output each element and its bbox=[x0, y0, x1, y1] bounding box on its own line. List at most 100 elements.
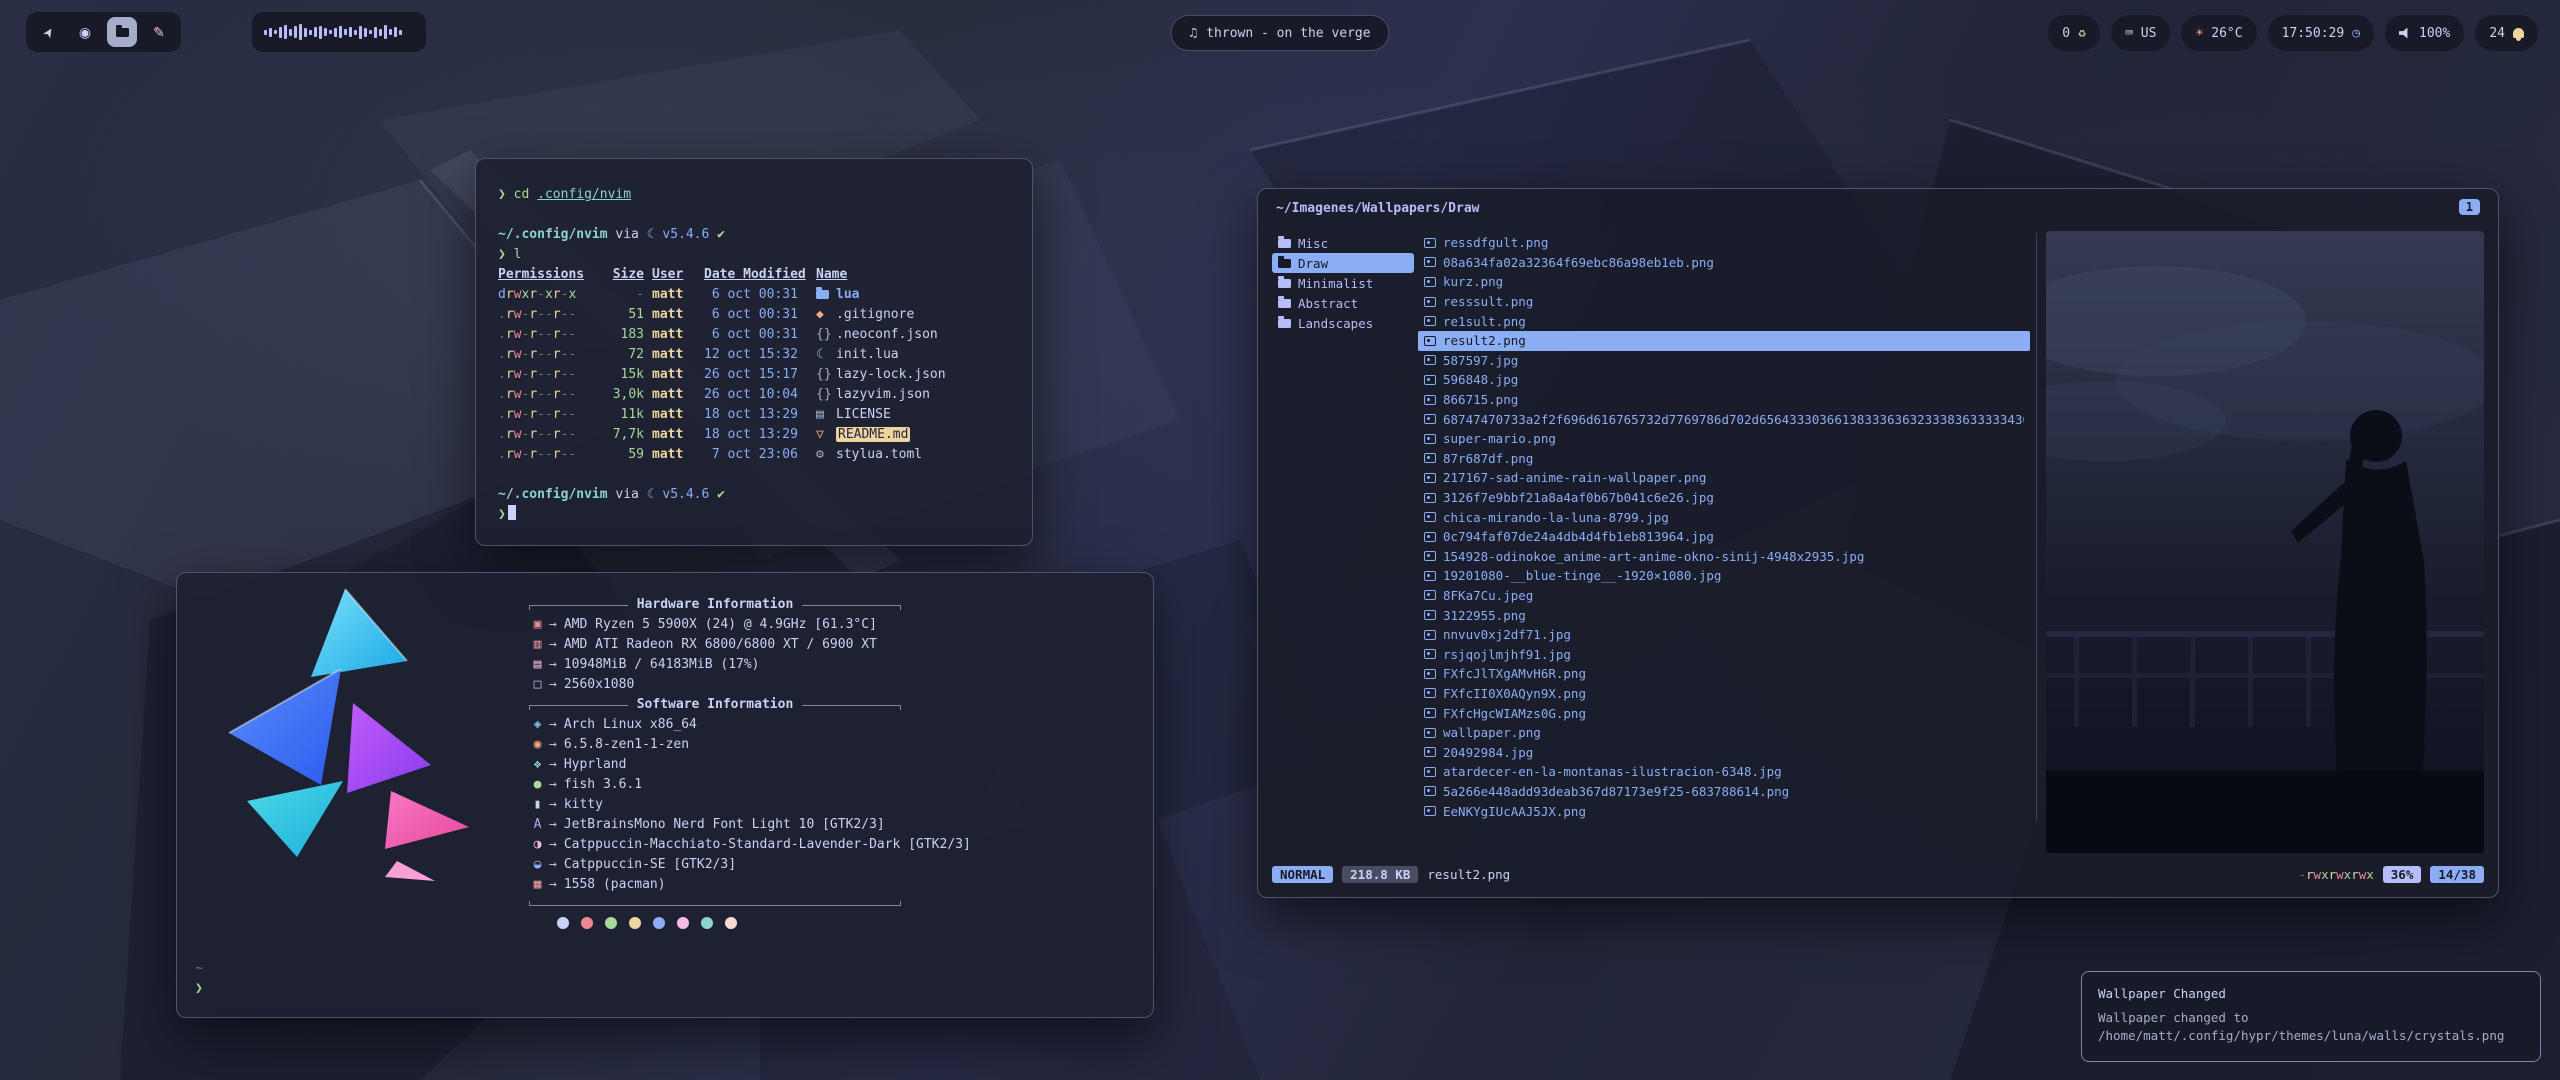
file-list-item[interactable]: 8FKa7Cu.jpeg bbox=[1418, 586, 2030, 606]
keyboard-layout-widget[interactable]: ⌨ US bbox=[2111, 15, 2170, 51]
weather-widget[interactable]: ☀ 26°C bbox=[2181, 15, 2256, 51]
updates-widget[interactable]: 0 ♻ bbox=[2048, 15, 2100, 51]
permissions-text: .rw-r--r-- bbox=[498, 345, 594, 365]
date-text: 7 oct 23:06 bbox=[704, 445, 808, 465]
file-name: 8FKa7Cu.jpeg bbox=[1443, 588, 1533, 603]
file-list-item[interactable]: resssult.png bbox=[1418, 292, 2030, 312]
permissions-text: .rw-r--r-- bbox=[498, 325, 594, 345]
file-list-item[interactable]: EeNKYgIUcAAJ5JX.png bbox=[1418, 801, 2030, 821]
audio-visualizer[interactable] bbox=[252, 12, 426, 52]
speaker-icon bbox=[2399, 28, 2411, 39]
json-icon: {} bbox=[816, 327, 832, 342]
info-text: 2560x1080 bbox=[564, 677, 634, 692]
viz-bar bbox=[339, 26, 342, 38]
permissions-text: .rw-r--r-- bbox=[498, 445, 594, 465]
sidebar-folder-item[interactable]: Draw bbox=[1272, 253, 1414, 273]
file-list-item[interactable]: 3126f7e9bbf21a8a4af0b67b041c6e26.jpg bbox=[1418, 488, 2030, 508]
file-list-item[interactable]: 5a266e448add93deab367d87173e9f25-6837886… bbox=[1418, 782, 2030, 802]
file-manager-window[interactable]: ~/Imagenes/Wallpapers/Draw 1 MiscDrawMin… bbox=[1257, 188, 2499, 898]
user-text: matt bbox=[652, 325, 696, 345]
file-list-item[interactable]: 596848.jpg bbox=[1418, 370, 2030, 390]
clock-icon: ◷ bbox=[2352, 27, 2360, 40]
file-list-item[interactable]: 19201080-__blue-tinge__-1920×1080.jpg bbox=[1418, 566, 2030, 586]
viz-bar bbox=[294, 26, 297, 38]
file-name: 154928-odinokoe_anime-art-anime-okno-sin… bbox=[1443, 549, 1864, 564]
file-list-item[interactable]: 217167-sad-anime-rain-wallpaper.png bbox=[1418, 468, 2030, 488]
palette-dot bbox=[629, 917, 641, 929]
file-list-item[interactable]: 587597.jpg bbox=[1418, 351, 2030, 371]
file-list-item[interactable]: re1sult.png bbox=[1418, 311, 2030, 331]
volume-label: 100% bbox=[2419, 26, 2450, 41]
viz-bar bbox=[309, 30, 312, 35]
info-text: 10948MiB / 64183MiB (17%) bbox=[564, 657, 760, 672]
file-list-item[interactable]: FXfcJlTXgAMvH6R.png bbox=[1418, 664, 2030, 684]
file-list-item[interactable]: nnvuv0xj2df71.jpg bbox=[1418, 625, 2030, 645]
now-playing-widget[interactable]: ♫ thrown - on the verge bbox=[1170, 15, 1389, 51]
cursor-line: ❯ bbox=[498, 505, 1010, 525]
browser-button[interactable]: ◉ bbox=[70, 17, 100, 47]
clock-widget[interactable]: 17:50:29 ◷ bbox=[2268, 15, 2374, 51]
file-list-item[interactable]: FXfcHgcWIAMzs0G.png bbox=[1418, 703, 2030, 723]
viz-bar bbox=[279, 27, 282, 38]
sidebar-folder-item[interactable]: Misc bbox=[1272, 233, 1414, 253]
file-list-item[interactable]: FXfcII0X0AQyn9X.png bbox=[1418, 684, 2030, 704]
file-list-item[interactable]: 20492984.jpg bbox=[1418, 742, 2030, 762]
file-name: FXfcII0X0AQyn9X.png bbox=[1443, 686, 1586, 701]
file-list-item[interactable]: kurz.png bbox=[1418, 272, 2030, 292]
filename-text: lazy-lock.json bbox=[836, 367, 946, 382]
hardware-section-header: Hardware Information bbox=[529, 595, 901, 615]
file-list-item[interactable]: 3122955.png bbox=[1418, 605, 2030, 625]
sidebar-folder-item[interactable]: Minimalist bbox=[1272, 273, 1414, 293]
file-list-item[interactable]: result2.png bbox=[1418, 331, 2030, 351]
prompt-path: ~/.config/nvim bbox=[498, 227, 608, 242]
cpu-icon: ▣ bbox=[529, 615, 546, 635]
notifications-widget[interactable]: 24 bbox=[2475, 15, 2538, 51]
terminal-window[interactable]: ❯ cd .config/nvim ~/.config/nvim via ☾ v… bbox=[475, 158, 1033, 546]
file-list-item[interactable]: 68747470733a2f2f696d616765732d7769786d70… bbox=[1418, 409, 2030, 429]
arrow-icon: → bbox=[549, 777, 557, 792]
viz-bar bbox=[329, 30, 332, 34]
file-list-item[interactable]: 87r687df.png bbox=[1418, 449, 2030, 469]
notification-popup[interactable]: Wallpaper Changed Wallpaper changed to /… bbox=[2081, 971, 2541, 1062]
file-list-item[interactable]: 08a634fa02a32364f69ebc86a98eb1eb.png bbox=[1418, 253, 2030, 273]
folder-icon bbox=[116, 28, 129, 37]
file-list-item[interactable]: chica-mirando-la-luna-8799.jpg bbox=[1418, 507, 2030, 527]
file-list-item[interactable]: rsjqojlmjhf91.jpg bbox=[1418, 644, 2030, 664]
sidebar-folder-item[interactable]: Landscapes bbox=[1272, 313, 1414, 333]
sidebar-folder-item[interactable]: Abstract bbox=[1272, 293, 1414, 313]
fetch-info-line: ◒→Catppuccin-SE [GTK2/3] bbox=[529, 855, 1135, 875]
pane-divider bbox=[2036, 233, 2037, 821]
paint-button[interactable]: ✎ bbox=[144, 17, 174, 47]
files-button[interactable] bbox=[107, 17, 137, 47]
filename-text: LICENSE bbox=[836, 407, 891, 422]
file-list-item[interactable]: 866715.png bbox=[1418, 390, 2030, 410]
info-text: Catppuccin-Macchiato-Standard-Lavender-D… bbox=[564, 837, 971, 852]
palette-dot bbox=[677, 917, 689, 929]
file-name: 5a266e448add93deab367d87173e9f25-6837886… bbox=[1443, 784, 1789, 799]
palette-dot bbox=[557, 917, 569, 929]
info-text: 6.5.8-zen1-1-zen bbox=[564, 737, 689, 752]
filename-text: .neoconf.json bbox=[836, 327, 938, 342]
filename-text: .gitignore bbox=[836, 307, 914, 322]
file-name: re1sult.png bbox=[1443, 314, 1526, 329]
git-icon: ◆ bbox=[816, 307, 824, 322]
file-list-item[interactable]: atardecer-en-la-montanas-ilustracion-634… bbox=[1418, 762, 2030, 782]
file-list-item[interactable]: ressdfgult.png bbox=[1418, 233, 2030, 253]
file-list-item[interactable]: 0c794faf07de24a4db4d4fb1eb813964.jpg bbox=[1418, 527, 2030, 547]
date-text: 12 oct 15:32 bbox=[704, 345, 808, 365]
volume-widget[interactable]: 100% bbox=[2385, 15, 2464, 51]
file-list-item[interactable]: 154928-odinokoe_anime-art-anime-okno-sin… bbox=[1418, 547, 2030, 567]
permissions-text: .rw-r--r-- bbox=[498, 425, 594, 445]
launcher-button[interactable]: ➤ bbox=[33, 17, 63, 47]
permissions-text: .rw-r--r-- bbox=[498, 405, 594, 425]
command-cd-arg: .config/nvim bbox=[537, 187, 631, 202]
terminal-file-row: .rw-r--r--59matt 7 oct 23:06⚙stylua.toml bbox=[498, 445, 1010, 465]
viz-bar bbox=[319, 26, 322, 39]
tab-count-badge: 1 bbox=[2459, 199, 2480, 215]
fetch-info-line: ▮→kitty bbox=[529, 795, 1135, 815]
os-icon: ◈ bbox=[529, 715, 546, 735]
fetch-window[interactable]: Hardware Information ▣→AMD Ryzen 5 5900X… bbox=[176, 572, 1154, 1018]
file-list-item[interactable]: super-mario.png bbox=[1418, 429, 2030, 449]
file-name: 08a634fa02a32364f69ebc86a98eb1eb.png bbox=[1443, 255, 1714, 270]
file-list-item[interactable]: wallpaper.png bbox=[1418, 723, 2030, 743]
